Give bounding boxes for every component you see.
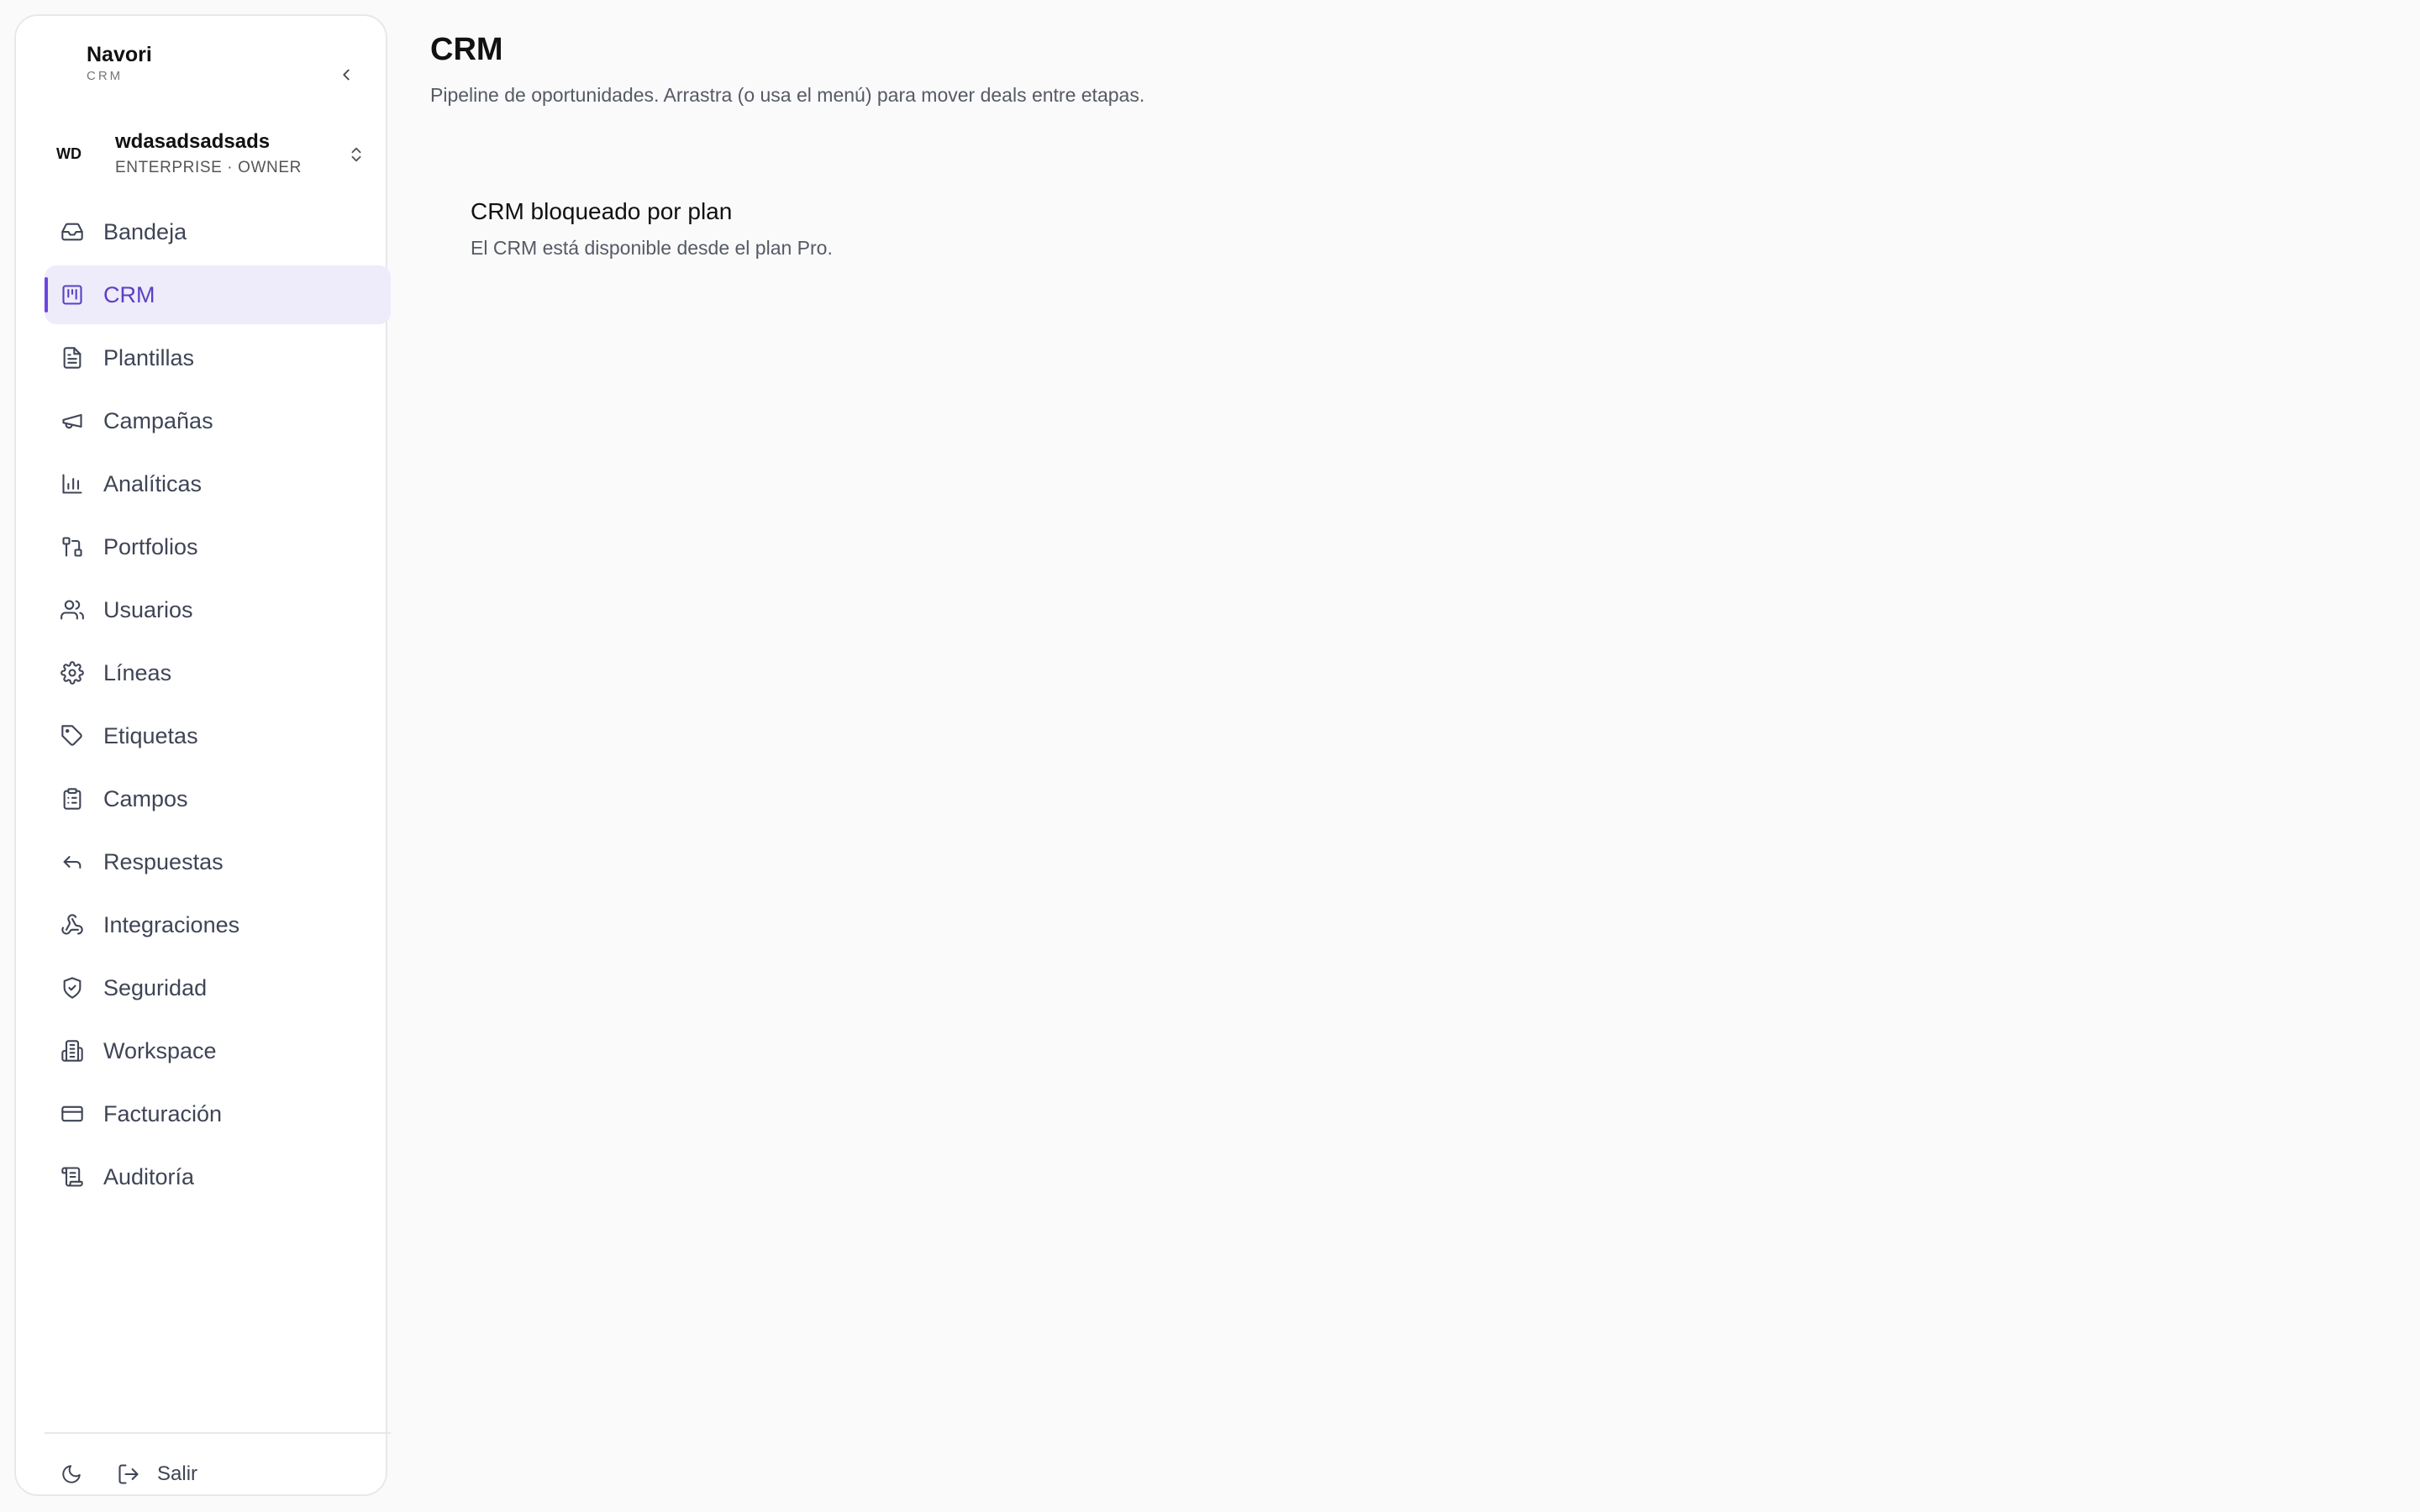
- sidebar-item-label: Workspace: [103, 1037, 217, 1063]
- sidebar-item-respuestas[interactable]: Respuestas: [45, 832, 391, 891]
- sidebar-item-label: Etiquetas: [103, 722, 198, 748]
- sidebar-item-label: Líneas: [103, 659, 172, 685]
- sidebar-item-label: Integraciones: [103, 911, 240, 937]
- sidebar-item-bandeja[interactable]: Bandeja: [45, 202, 391, 261]
- sidebar-divider: [45, 1432, 391, 1434]
- sidebar-item-plantillas[interactable]: Plantillas: [45, 328, 391, 387]
- sidebar-item-label: Campos: [103, 785, 188, 811]
- sidebar-item-label: Analíticas: [103, 470, 203, 496]
- bar-chart-icon: [60, 471, 85, 496]
- brand: Navori CRM: [87, 41, 152, 85]
- sidebar-item-label: Facturación: [103, 1100, 223, 1126]
- theme-toggle-button[interactable]: [55, 1457, 88, 1491]
- sidebar-item-seguridad[interactable]: Seguridad: [45, 958, 391, 1017]
- clipboard-list-icon: [60, 786, 85, 811]
- page-title: CRM: [430, 32, 503, 67]
- sidebar-nav: Bandeja CRM Plantillas Campañas Analític…: [45, 202, 391, 1210]
- inbox-icon: [60, 219, 85, 244]
- sidebar-item-analiticas[interactable]: Analíticas: [45, 454, 391, 513]
- workspace-avatar: WD: [56, 145, 82, 162]
- sidebar-item-label: Auditoría: [103, 1163, 195, 1189]
- sidebar-item-portfolios[interactable]: Portfolios: [45, 517, 391, 576]
- shield-check-icon: [60, 975, 85, 1000]
- workspace-name: wdasadsadsads: [115, 130, 271, 153]
- logout-label: Salir: [157, 1462, 198, 1485]
- brand-name: Navori: [87, 43, 152, 66]
- locked-description: El CRM está disponible desde el plan Pro…: [471, 237, 833, 259]
- sidebar-item-workspace[interactable]: Workspace: [45, 1021, 391, 1080]
- sidebar-item-etiquetas[interactable]: Etiquetas: [45, 706, 391, 765]
- users-icon: [60, 597, 85, 622]
- sidebar-item-label: Campañas: [103, 407, 213, 433]
- sidebar-item-campos[interactable]: Campos: [45, 769, 391, 828]
- brand-subtitle: CRM: [87, 69, 124, 83]
- sidebar-item-label: Seguridad: [103, 974, 208, 1000]
- sidebar-item-usuarios[interactable]: Usuarios: [45, 580, 391, 639]
- sidebar-item-auditoria[interactable]: Auditoría: [45, 1147, 391, 1206]
- credit-card-icon: [60, 1101, 85, 1126]
- main-content: CRM Pipeline de oportunidades. Arrastra …: [430, 30, 2388, 259]
- moon-icon: [62, 1465, 81, 1483]
- sidebar-footer: Salir: [45, 1449, 391, 1499]
- workspace-switcher[interactable]: WD wdasadsadsads ENTERPRISE · OWNER: [45, 115, 374, 196]
- sidebar-item-facturacion[interactable]: Facturación: [45, 1084, 391, 1143]
- sidebar-item-campanas[interactable]: Campañas: [45, 391, 391, 450]
- tag-icon: [60, 723, 85, 748]
- webhook-icon: [60, 912, 85, 937]
- workspace-role: ENTERPRISE · OWNER: [115, 159, 302, 176]
- sidebar-item-label: CRM: [103, 281, 155, 307]
- logout-icon: [118, 1464, 139, 1484]
- page-subtitle: Pipeline de oportunidades. Arrastra (o u…: [430, 84, 1145, 106]
- sidebar-item-label: Plantillas: [103, 344, 195, 370]
- gear-icon: [60, 660, 85, 685]
- sidebar-item-label: Respuestas: [103, 848, 224, 874]
- chevrons-up-down-icon: [347, 145, 366, 164]
- sidebar-item-integraciones[interactable]: Integraciones: [45, 895, 391, 954]
- kanban-icon: [60, 282, 85, 307]
- locked-title: CRM bloqueado por plan: [471, 198, 733, 224]
- building-icon: [60, 1038, 85, 1063]
- chevron-left-icon: [343, 69, 350, 81]
- sidebar-item-crm[interactable]: CRM: [45, 265, 391, 324]
- sidebar-item-label: Portfolios: [103, 533, 198, 559]
- sidebar: Navori CRM WD wdasadsadsads ENTERPRISE ·…: [14, 14, 391, 1496]
- route-icon: [60, 534, 85, 559]
- collapse-sidebar-button[interactable]: [333, 61, 360, 88]
- sidebar-item-label: Usuarios: [103, 596, 193, 622]
- file-text-icon: [60, 345, 85, 370]
- locked-notice: CRM bloqueado por plan El CRM está dispo…: [471, 198, 833, 260]
- reply-icon: [60, 849, 85, 874]
- sidebar-item-label: Bandeja: [103, 218, 187, 244]
- sidebar-item-lineas[interactable]: Líneas: [45, 643, 391, 702]
- scroll-icon: [60, 1164, 85, 1189]
- logout-button[interactable]: Salir: [117, 1462, 197, 1486]
- megaphone-icon: [60, 408, 85, 433]
